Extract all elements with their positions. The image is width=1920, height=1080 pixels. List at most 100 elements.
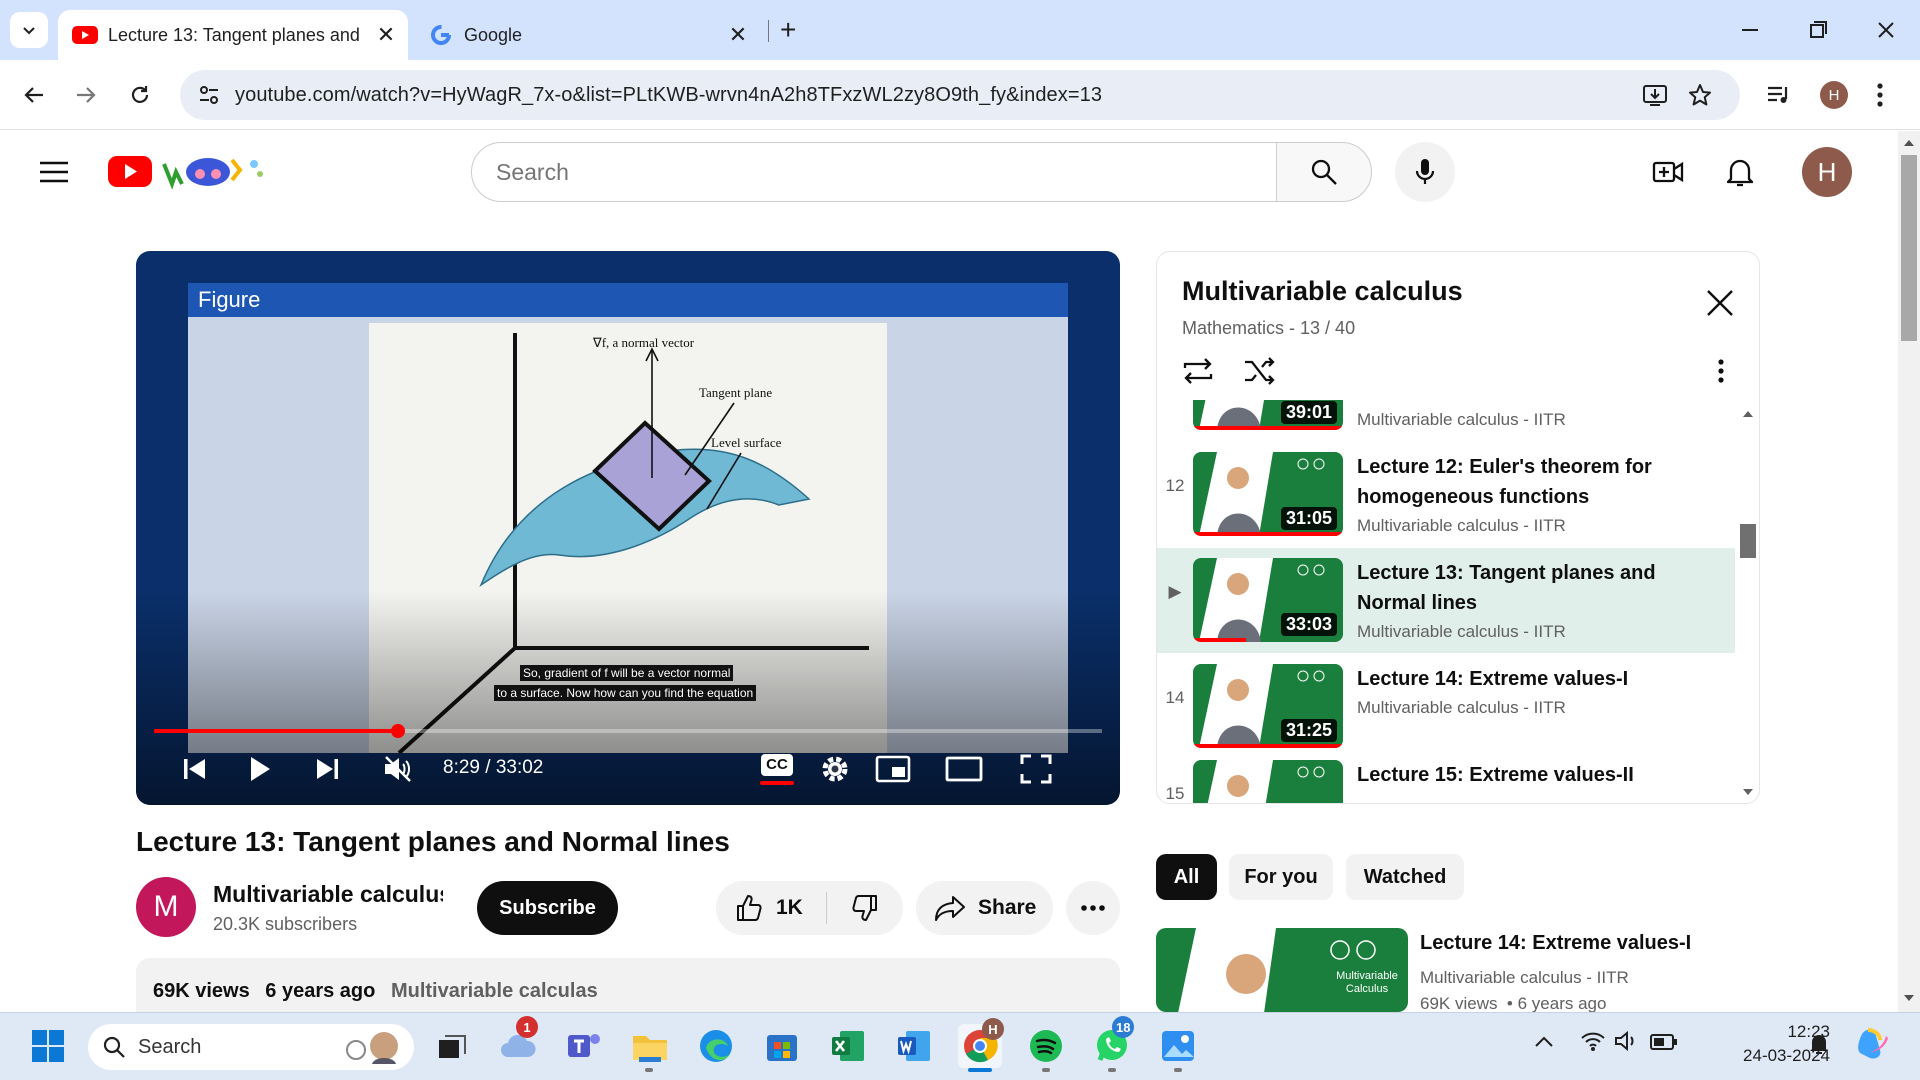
shuffle-icon[interactable] bbox=[1243, 356, 1277, 386]
voice-search-button[interactable] bbox=[1395, 142, 1455, 202]
close-playlist-icon[interactable] bbox=[1705, 288, 1735, 318]
reload-button[interactable] bbox=[120, 75, 160, 115]
bookmark-star-icon[interactable] bbox=[1688, 83, 1712, 107]
playlist-item[interactable]: 39:01 Multivariable calculus - IITR bbox=[1157, 400, 1735, 441]
play-button[interactable] bbox=[240, 749, 280, 789]
back-button[interactable] bbox=[14, 75, 54, 115]
taskbar-spotify[interactable] bbox=[1024, 1024, 1068, 1068]
copilot-icon[interactable] bbox=[1856, 1026, 1892, 1062]
settings-button[interactable] bbox=[813, 749, 857, 789]
playlist-item-title[interactable]: Lecture 15: Extreme values-II bbox=[1357, 760, 1727, 790]
taskbar-weather[interactable]: 1 bbox=[496, 1016, 540, 1068]
playlist-item-thumbnail[interactable] bbox=[1193, 760, 1343, 803]
recommended-title[interactable]: Lecture 14: Extreme values-I bbox=[1420, 932, 1691, 955]
next-button[interactable] bbox=[308, 749, 348, 789]
close-window-icon[interactable] bbox=[1874, 18, 1898, 42]
account-avatar[interactable]: H bbox=[1802, 147, 1852, 197]
page-scroll-thumb[interactable] bbox=[1901, 155, 1917, 341]
description-tags[interactable]: Multivariable calculas bbox=[391, 980, 598, 1002]
taskbar-store[interactable] bbox=[760, 1024, 804, 1068]
recommended-channel[interactable]: Multivariable calculus - IITR bbox=[1420, 968, 1629, 988]
page-scrollbar[interactable] bbox=[1898, 131, 1920, 1012]
create-video-icon[interactable] bbox=[1652, 158, 1684, 186]
search-button[interactable] bbox=[1276, 142, 1372, 202]
taskbar-whatsapp[interactable]: 18 bbox=[1090, 1016, 1135, 1068]
taskbar-word[interactable] bbox=[892, 1024, 936, 1068]
forward-button[interactable] bbox=[66, 75, 106, 115]
profile-avatar[interactable]: H bbox=[1820, 81, 1848, 109]
taskbar-edge[interactable] bbox=[694, 1024, 738, 1068]
playlist-item[interactable]: 12 31:05 Lecture 12: Euler's theorem for h… bbox=[1157, 442, 1735, 547]
recommended-thumbnail[interactable]: Multivariable Calculus bbox=[1156, 928, 1408, 1012]
chip-for-you[interactable]: For you bbox=[1229, 854, 1333, 900]
new-tab-button[interactable]: + bbox=[780, 14, 796, 46]
hamburger-menu-icon[interactable] bbox=[40, 160, 68, 184]
youtube-logo[interactable] bbox=[108, 150, 268, 194]
progress-scrubber[interactable] bbox=[390, 724, 405, 738]
playlist-item-thumbnail[interactable]: 31:25 bbox=[1193, 664, 1343, 748]
page-scroll-up-icon[interactable] bbox=[1904, 139, 1914, 147]
theater-mode-button[interactable] bbox=[942, 749, 986, 789]
dislike-button[interactable] bbox=[827, 881, 903, 935]
taskbar-excel[interactable] bbox=[826, 1024, 870, 1068]
playlist-item[interactable]: ▶ 33:03 Lecture 13: Tangent planes and Nor… bbox=[1157, 548, 1735, 653]
start-button[interactable] bbox=[26, 1024, 70, 1068]
captions-button[interactable]: CC bbox=[755, 749, 799, 789]
playlist-item[interactable]: 14 31:25 Lecture 14: Extreme values-I Multi… bbox=[1157, 654, 1735, 759]
share-button[interactable]: Share bbox=[916, 881, 1053, 935]
video-player[interactable]: Figure ∇f, a normal vector Tangent plane… bbox=[136, 251, 1120, 805]
channel-name[interactable]: Multivariable calculus bbox=[213, 881, 443, 908]
taskbar-photos[interactable] bbox=[1156, 1024, 1200, 1068]
playlist-item-thumbnail[interactable]: 31:05 bbox=[1193, 452, 1343, 536]
playlist-item-title[interactable]: Lecture 14: Extreme values-I bbox=[1357, 664, 1727, 694]
install-app-icon[interactable] bbox=[1642, 83, 1668, 107]
progress-bar[interactable] bbox=[154, 724, 1102, 738]
taskbar-chrome[interactable]: H bbox=[958, 1018, 1004, 1068]
site-info-icon[interactable] bbox=[198, 84, 220, 106]
tab-close-icon[interactable]: ✕ bbox=[724, 21, 752, 49]
channel-avatar[interactable]: M bbox=[136, 877, 196, 937]
taskbar-file-explorer[interactable] bbox=[628, 1024, 672, 1068]
minimize-icon[interactable] bbox=[1738, 20, 1762, 40]
playlist-more-icon[interactable] bbox=[1717, 358, 1725, 384]
miniplayer-button[interactable] bbox=[871, 749, 915, 789]
subscribe-button[interactable]: Subscribe bbox=[477, 881, 618, 935]
mute-button[interactable] bbox=[378, 749, 418, 789]
playlist-item-title[interactable]: Lecture 12: Euler's theorem for homogene… bbox=[1357, 452, 1727, 512]
scroll-down-arrow-icon[interactable] bbox=[1743, 788, 1753, 796]
tab-google[interactable]: Google ✕ bbox=[420, 10, 760, 60]
playlist-item-thumbnail[interactable]: 33:03 bbox=[1193, 558, 1343, 642]
restore-icon[interactable] bbox=[1806, 20, 1830, 40]
taskbar-teams[interactable] bbox=[562, 1024, 606, 1068]
like-button[interactable]: 1K bbox=[716, 881, 826, 935]
tab-youtube[interactable]: Lecture 13: Tangent planes and ✕ bbox=[58, 10, 408, 60]
playlist-scroll-area[interactable]: 39:01 Multivariable calculus - IITR 12 31:0… bbox=[1157, 400, 1759, 803]
address-bar[interactable]: youtube.com/watch?v=HyWagR_7x-o&list=PLt… bbox=[180, 70, 1740, 120]
tab-close-icon[interactable]: ✕ bbox=[372, 21, 400, 49]
page-scroll-down-icon[interactable] bbox=[1904, 994, 1914, 1002]
battery-icon[interactable] bbox=[1650, 1034, 1678, 1050]
recommended-video[interactable]: Multivariable Calculus Lecture 14: Extre… bbox=[1156, 928, 1760, 1012]
fullscreen-button[interactable] bbox=[1014, 749, 1058, 789]
chip-watched[interactable]: Watched bbox=[1346, 854, 1464, 900]
playlist-scrollbar[interactable] bbox=[1737, 400, 1759, 803]
playlist-item-thumbnail[interactable]: 39:01 bbox=[1193, 400, 1343, 430]
chip-all[interactable]: All bbox=[1156, 854, 1217, 900]
playlist-item-title[interactable]: Lecture 13: Tangent planes and Normal li… bbox=[1357, 558, 1727, 618]
show-hidden-icons-icon[interactable] bbox=[1534, 1034, 1554, 1048]
media-control-icon[interactable] bbox=[1766, 83, 1792, 107]
kebab-menu-icon[interactable] bbox=[1876, 82, 1884, 108]
playlist-title[interactable]: Multivariable calculus bbox=[1182, 276, 1463, 307]
playlist-scroll-thumb[interactable] bbox=[1740, 524, 1756, 558]
search-input[interactable]: Search bbox=[471, 142, 1277, 202]
more-actions-button[interactable] bbox=[1066, 881, 1120, 935]
scroll-up-arrow-icon[interactable] bbox=[1743, 410, 1753, 418]
volume-icon[interactable] bbox=[1614, 1030, 1638, 1052]
task-view-button[interactable] bbox=[430, 1024, 474, 1068]
notification-bell-icon[interactable] bbox=[1808, 1032, 1830, 1056]
loop-icon[interactable] bbox=[1181, 356, 1215, 386]
playlist-item[interactable]: 15Lecture 15: Extreme values-IIMultivari… bbox=[1157, 750, 1735, 803]
taskbar-search[interactable]: Search bbox=[88, 1024, 414, 1070]
notifications-bell-icon[interactable] bbox=[1726, 156, 1754, 188]
tab-search-button[interactable] bbox=[10, 12, 48, 48]
